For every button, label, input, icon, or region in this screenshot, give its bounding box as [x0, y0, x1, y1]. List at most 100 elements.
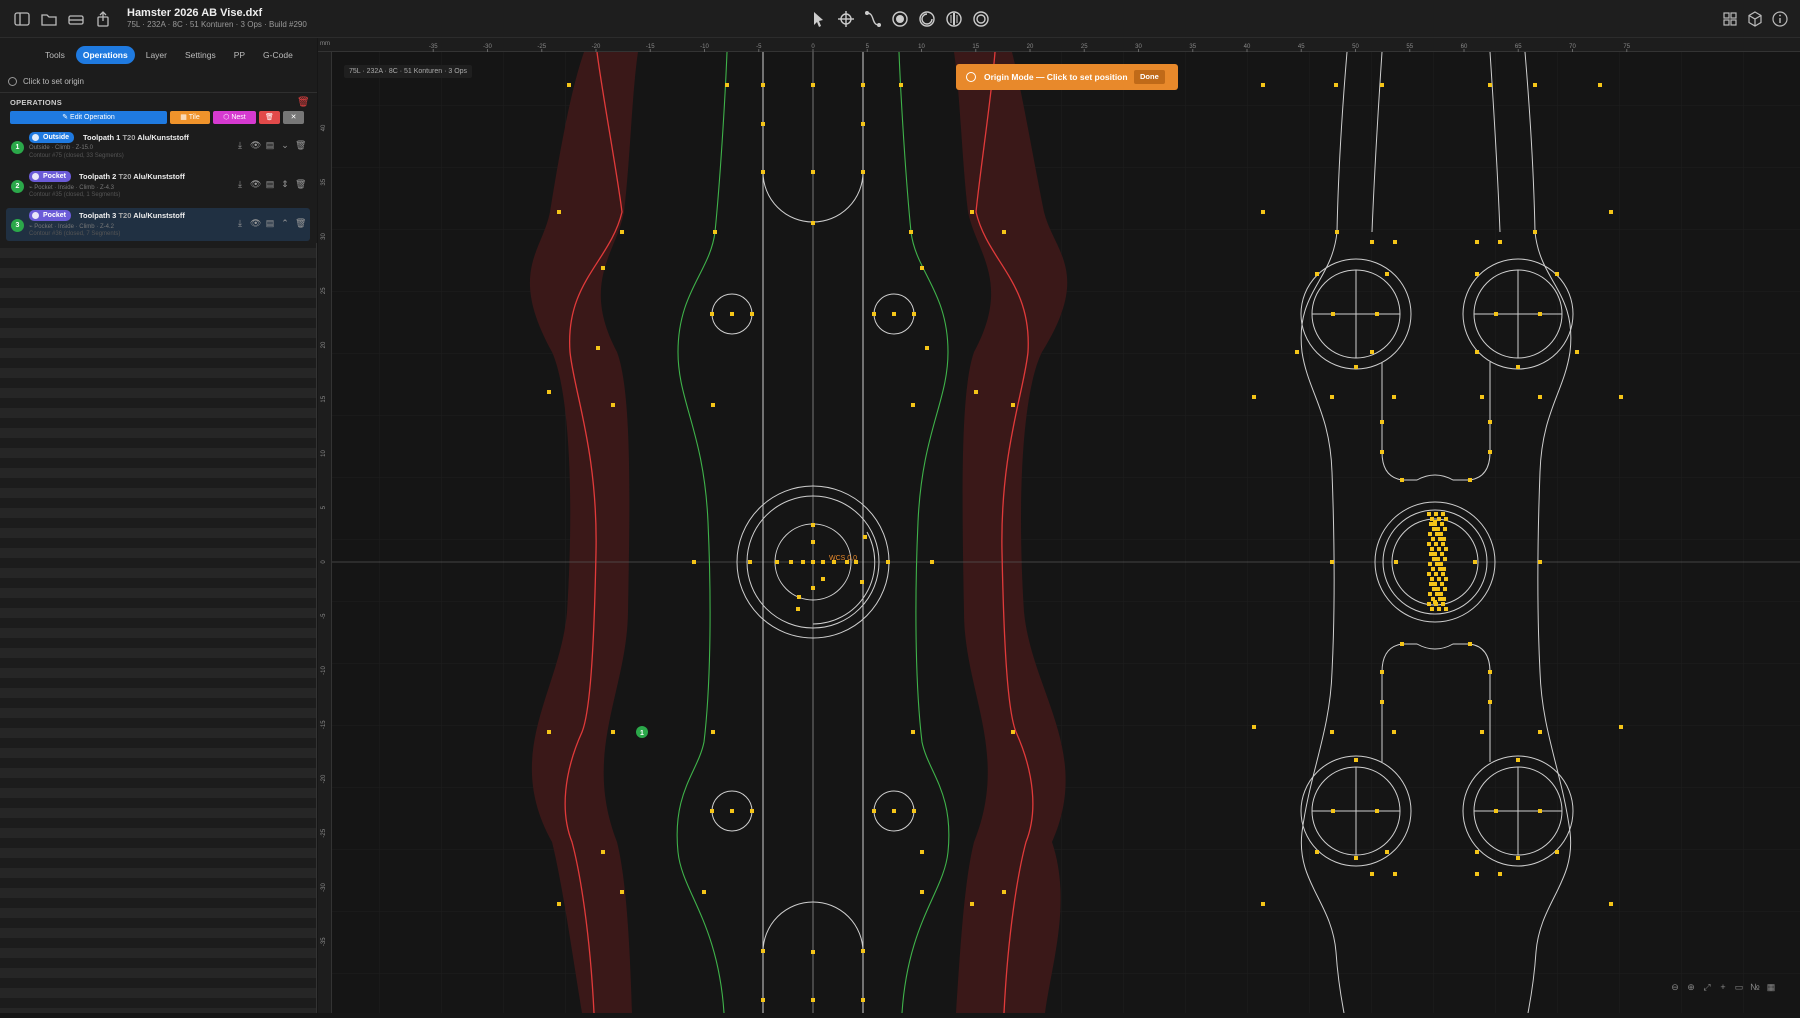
node-marker[interactable] [1354, 758, 1358, 762]
node-marker[interactable] [811, 586, 815, 590]
crosshair-icon[interactable] [836, 9, 856, 29]
node-marker[interactable] [1011, 730, 1015, 734]
node-marker[interactable] [892, 809, 896, 813]
node-marker[interactable] [1330, 730, 1334, 734]
node-marker[interactable] [748, 560, 752, 564]
node-marker[interactable] [1380, 83, 1384, 87]
node-marker[interactable] [596, 346, 600, 350]
close-button[interactable]: ✕ [283, 111, 304, 124]
node-marker[interactable] [920, 266, 924, 270]
node-marker[interactable] [1475, 850, 1479, 854]
node-marker[interactable] [1538, 312, 1542, 316]
cube-icon[interactable] [1746, 10, 1764, 28]
node-marker[interactable] [1295, 350, 1299, 354]
node-marker[interactable] [1335, 230, 1339, 234]
grid-view-icon[interactable] [1721, 10, 1739, 28]
node-marker[interactable] [557, 210, 561, 214]
outside-tool-icon[interactable] [890, 9, 910, 29]
node-marker[interactable] [1494, 312, 1498, 316]
inside-tool-icon[interactable] [917, 9, 937, 29]
node-marker[interactable] [1252, 725, 1256, 729]
node-marker[interactable] [750, 809, 754, 813]
node-marker[interactable] [711, 403, 715, 407]
delete-operation-button[interactable]: 🗑 [259, 111, 280, 124]
node-marker[interactable] [1468, 478, 1472, 482]
node-marker[interactable] [1538, 395, 1542, 399]
node-marker[interactable] [547, 390, 551, 394]
node-marker[interactable] [761, 170, 765, 174]
node-marker[interactable] [1498, 240, 1502, 244]
node-marker[interactable] [892, 312, 896, 316]
node-marker[interactable] [1598, 83, 1602, 87]
node-marker[interactable] [761, 949, 765, 953]
path-icon[interactable] [863, 9, 883, 29]
node-marker[interactable] [710, 312, 714, 316]
export-icon[interactable]: ⤓ [235, 218, 245, 228]
info-icon[interactable] [1771, 10, 1789, 28]
number-icon[interactable]: № [1750, 982, 1760, 992]
node-marker[interactable] [775, 560, 779, 564]
eye-icon[interactable]: 👁 [250, 140, 261, 150]
node-marker[interactable] [1002, 890, 1006, 894]
node-marker[interactable] [1488, 700, 1492, 704]
node-marker[interactable] [1516, 758, 1520, 762]
fit-icon[interactable]: ⤢ [1702, 982, 1712, 992]
node-marker[interactable] [611, 730, 615, 734]
node-marker[interactable] [710, 809, 714, 813]
share-icon[interactable] [94, 10, 112, 28]
node-marker[interactable] [930, 560, 934, 564]
export-icon[interactable]: ⤓ [235, 179, 245, 189]
node-marker[interactable] [912, 809, 916, 813]
node-marker[interactable] [1494, 809, 1498, 813]
node-marker[interactable] [611, 403, 615, 407]
node-marker[interactable] [601, 850, 605, 854]
operation-row[interactable]: 1 Outside Toolpath 1 T20 Alu/Kunststoff … [6, 130, 310, 163]
folder-icon[interactable] [40, 10, 58, 28]
node-marker[interactable] [1261, 210, 1265, 214]
export-icon[interactable]: ⤓ [235, 140, 245, 150]
node-marker[interactable] [1533, 83, 1537, 87]
node-marker[interactable] [861, 122, 865, 126]
node-marker[interactable] [909, 230, 913, 234]
node-marker[interactable] [1488, 670, 1492, 674]
edit-operation-button[interactable]: ✎ Edit Operation [10, 111, 167, 124]
node-marker[interactable] [801, 560, 805, 564]
trash-icon[interactable]: 🗑 [295, 218, 306, 228]
node-marker[interactable] [1380, 420, 1384, 424]
sidebar-icon[interactable] [13, 10, 31, 28]
node-marker[interactable] [1375, 809, 1379, 813]
node-marker[interactable] [911, 403, 915, 407]
node-marker[interactable] [811, 83, 815, 87]
zoom-out-icon[interactable]: ⊖ [1670, 982, 1680, 992]
tab-layer[interactable]: Layer [139, 46, 174, 64]
node-marker[interactable] [557, 902, 561, 906]
node-marker[interactable] [725, 83, 729, 87]
node-marker[interactable] [920, 850, 924, 854]
done-button[interactable]: Done [1134, 70, 1165, 84]
node-marker[interactable] [1380, 670, 1384, 674]
nest-button[interactable]: ⬡ Nest [213, 111, 256, 124]
trash-icon[interactable]: 🗑 [295, 179, 306, 189]
node-marker[interactable] [1619, 725, 1623, 729]
node-marker[interactable] [1516, 856, 1520, 860]
node-marker[interactable] [861, 949, 865, 953]
tab-operations[interactable]: Operations [75, 46, 135, 64]
zoom-in-icon[interactable]: ⊕ [1686, 982, 1696, 992]
node-marker[interactable] [797, 595, 801, 599]
node-marker[interactable] [1473, 560, 1477, 564]
node-marker[interactable] [1330, 395, 1334, 399]
node-marker[interactable] [1480, 730, 1484, 734]
node-marker[interactable] [974, 390, 978, 394]
eye-icon[interactable]: 👁 [250, 218, 261, 228]
document-icon[interactable]: ▤ [265, 179, 275, 189]
node-marker[interactable] [1394, 560, 1398, 564]
node-marker[interactable] [970, 902, 974, 906]
node-marker[interactable] [1354, 365, 1358, 369]
node-marker[interactable] [692, 560, 696, 564]
add-icon[interactable]: + [1718, 982, 1728, 992]
drive-icon[interactable] [67, 10, 85, 28]
node-marker[interactable] [1331, 312, 1335, 316]
node-marker[interactable] [713, 230, 717, 234]
node-marker[interactable] [761, 83, 765, 87]
node-marker[interactable] [1400, 478, 1404, 482]
